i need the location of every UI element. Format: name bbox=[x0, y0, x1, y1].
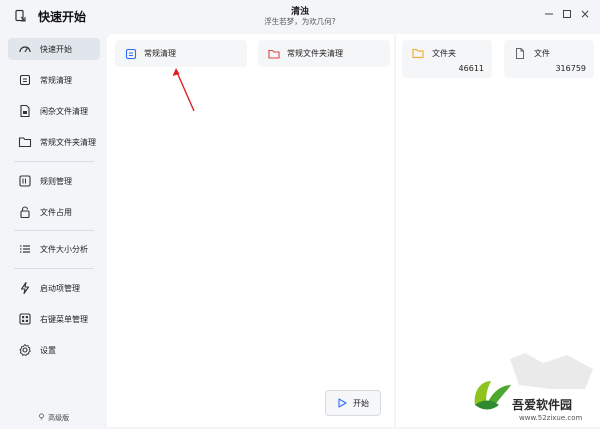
play-icon bbox=[338, 398, 347, 408]
sidebar-divider bbox=[14, 268, 94, 269]
rules-icon bbox=[19, 175, 31, 187]
bulb-icon bbox=[38, 413, 46, 422]
sidebar-item-label: 文件大小分析 bbox=[40, 244, 88, 254]
sidebar-divider bbox=[14, 161, 94, 162]
stat-label: 文件夹 bbox=[432, 49, 456, 58]
lock-icon bbox=[20, 206, 30, 219]
version-label[interactable]: 高级版 bbox=[0, 413, 107, 423]
sidebar-item-label: 设置 bbox=[40, 345, 56, 355]
cleanup-icon bbox=[19, 74, 31, 86]
sidebar-item-size-analysis[interactable]: 文件大小分析 bbox=[8, 238, 100, 260]
watermark-text: 吾爱软件园 bbox=[512, 398, 573, 412]
window-subtitle: 浮生若梦，为欢几何? bbox=[264, 17, 336, 26]
list-icon bbox=[20, 245, 30, 253]
start-button[interactable]: 开始 bbox=[325, 390, 381, 416]
sidebar-item-label: 启动项管理 bbox=[40, 283, 80, 293]
card-regular-clean[interactable]: 常规清理 bbox=[115, 40, 247, 67]
sidebar-item-label: 常规文件夹清理 bbox=[40, 137, 96, 147]
sidebar-item-label: 规则管理 bbox=[40, 176, 72, 186]
card-label: 常规清理 bbox=[144, 49, 176, 58]
sidebar-item-context-menu[interactable]: 右键菜单管理 bbox=[8, 308, 100, 330]
speedometer-icon bbox=[19, 46, 31, 53]
sidebar-item-regular-clean[interactable]: 常规清理 bbox=[8, 69, 100, 91]
folder-icon bbox=[268, 49, 280, 59]
sidebar-item-label: 文件占用 bbox=[40, 207, 72, 217]
sidebar-item-quick-start[interactable]: 快速开始 bbox=[8, 38, 100, 60]
watermark-url: www.52zixue.com bbox=[519, 414, 583, 422]
file-icon bbox=[516, 48, 524, 59]
start-label: 开始 bbox=[353, 398, 369, 408]
sidebar-item-label: 常规清理 bbox=[40, 75, 72, 85]
app-window: 快速开始 清浊 浮生若梦，为欢几何? × 快速开始 常规清理 闲杂文件清理 常规… bbox=[0, 0, 600, 429]
card-label: 常规文件夹清理 bbox=[287, 49, 343, 58]
minimize-icon[interactable] bbox=[542, 7, 556, 21]
cleanup-icon bbox=[125, 48, 137, 59]
sidebar-item-startup[interactable]: 启动项管理 bbox=[8, 277, 100, 299]
sidebar-item-folder-clean[interactable]: 常规文件夹清理 bbox=[8, 131, 100, 153]
sidebar-item-label: 快速开始 bbox=[40, 44, 72, 54]
folder-icon bbox=[412, 48, 424, 59]
file-clean-icon bbox=[20, 104, 30, 118]
stat-label: 文件 bbox=[534, 49, 550, 58]
sidebar-item-label: 右键菜单管理 bbox=[40, 314, 88, 324]
stat-value: 316759 bbox=[555, 64, 586, 73]
close-button[interactable]: × bbox=[578, 7, 592, 21]
stat-files: 文件 316759 bbox=[504, 40, 594, 78]
sidebar-divider bbox=[14, 230, 94, 231]
title-bar: 快速开始 清浊 浮生若梦，为欢几何? × bbox=[0, 0, 600, 34]
sidebar-item-misc-file-clean[interactable]: 闲杂文件清理 bbox=[8, 100, 100, 122]
main-panel: 常规清理 常规文件夹清理 开始 bbox=[107, 34, 394, 427]
version-text: 高级版 bbox=[48, 414, 70, 422]
sidebar-item-settings[interactable]: 设置 bbox=[8, 339, 100, 361]
sidebar-item-file-lock[interactable]: 文件占用 bbox=[8, 201, 100, 223]
maximize-icon[interactable] bbox=[560, 7, 574, 21]
card-folder-clean[interactable]: 常规文件夹清理 bbox=[258, 40, 390, 67]
sidebar-item-label: 闲杂文件清理 bbox=[40, 106, 88, 116]
menu-grid-icon bbox=[19, 313, 31, 325]
stat-value: 46611 bbox=[458, 64, 484, 73]
lightning-icon bbox=[20, 281, 30, 295]
gear-icon bbox=[19, 344, 31, 356]
folder-icon bbox=[18, 137, 32, 148]
sidebar-item-rules[interactable]: 规则管理 bbox=[8, 170, 100, 192]
stat-folders: 文件夹 46611 bbox=[402, 40, 492, 78]
annotation-arrow bbox=[172, 68, 195, 112]
sidebar: 快速开始 常规清理 闲杂文件清理 常规文件夹清理 规则管理 文件占用 文件大小分… bbox=[0, 34, 107, 429]
